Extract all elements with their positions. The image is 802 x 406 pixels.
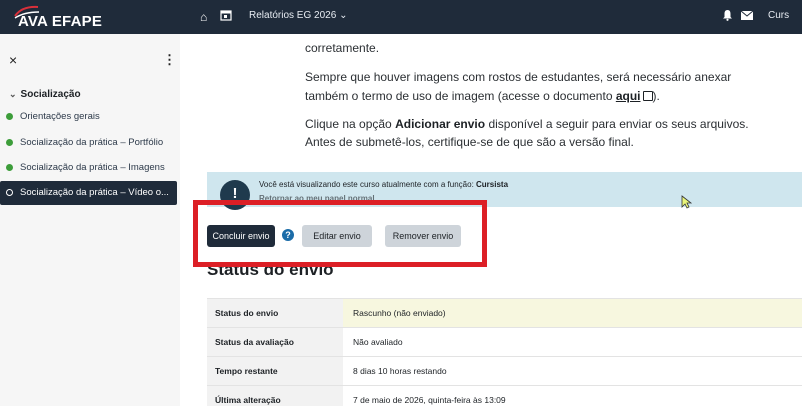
- reports-menu[interactable]: Relatórios EG 2026 ⌄: [249, 10, 347, 21]
- chevron-down-icon: ⌄: [9, 89, 17, 99]
- add-submission-bold: Adicionar envio: [395, 117, 486, 131]
- complete-dot-icon: [6, 139, 13, 146]
- table-row: Tempo restante 8 dias 10 horas restando: [207, 356, 802, 385]
- complete-dot-icon: [6, 113, 13, 120]
- external-link-icon: [642, 91, 653, 101]
- row-value: 7 de maio de 2026, quinta-feira às 13:09: [353, 395, 506, 405]
- mouse-cursor-icon: [681, 195, 692, 209]
- sidebar-item-label: Socialização da prática – Imagens: [20, 162, 165, 173]
- mail-icon[interactable]: [741, 11, 753, 20]
- sidebar-item-portfolio[interactable]: Socialização da prática – Portfólio: [0, 131, 180, 155]
- text: ).: [652, 89, 660, 103]
- sidebar-item-label: Socialização da prática – Portfólio: [20, 137, 164, 148]
- row-value: 8 dias 10 horas restando: [353, 366, 447, 376]
- description-paragraph-1: Sempre que houver imagens com rostos de …: [305, 70, 732, 84]
- row-value: Rascunho (não enviado): [343, 299, 802, 327]
- row-key: Última alteração: [207, 386, 343, 406]
- role-name: Cursista: [476, 180, 509, 189]
- sidebar-section-socializacao[interactable]: ⌄ Socialização: [9, 89, 81, 100]
- complete-dot-icon: [6, 164, 13, 171]
- description-paragraph-1-line-2: também o termo de uso de imagem (acesse …: [305, 89, 660, 103]
- table-row: Última alteração 7 de maio de 2026, quin…: [207, 385, 802, 406]
- description-paragraph-2-line-2: Antes de submetê-los, certifique-se de q…: [305, 135, 634, 149]
- text: Clique na opção: [305, 117, 396, 131]
- sidebar-item-imagens[interactable]: Socialização da prática – Imagens: [0, 156, 180, 180]
- course-index-sidebar: × ⋮ ⌄ Socialização Orientações gerais Soc…: [0, 34, 180, 406]
- sidebar-item-label: Orientações gerais: [20, 111, 100, 122]
- bell-icon[interactable]: [722, 9, 733, 21]
- more-options-icon[interactable]: ⋮: [163, 52, 176, 68]
- row-key: Status do envio: [207, 299, 343, 327]
- close-icon[interactable]: ×: [9, 52, 17, 68]
- text: Você está visualizando este curso atualm…: [259, 180, 477, 189]
- text: disponível a seguir para enviar os seus …: [485, 117, 749, 131]
- document-link[interactable]: aqui: [616, 89, 641, 103]
- text: também o termo de uso de imagem (acesse …: [305, 89, 616, 103]
- row-value: Não avaliado: [353, 337, 403, 347]
- sidebar-item-video[interactable]: Socialização da prática – Vídeo o...: [0, 181, 177, 205]
- sidebar-item-label: Socialização da prática – Vídeo o...: [20, 187, 169, 198]
- page: AVA EFAPE ⌂ Relatórios EG 2026 ⌄ Curs × …: [0, 0, 802, 406]
- table-row: Status da avaliação Não avaliado: [207, 327, 802, 356]
- chevron-down-icon: ⌄: [339, 10, 348, 21]
- description-paragraph-2: Clique na opção Adicionar envio disponív…: [305, 117, 749, 131]
- current-circle-icon: [6, 189, 13, 196]
- row-key: Status da avaliação: [207, 328, 343, 356]
- user-menu[interactable]: Curs: [768, 10, 789, 21]
- highlight-box: [193, 200, 487, 267]
- table-row: Status do envio Rascunho (não enviado): [207, 298, 802, 327]
- reports-menu-label: Relatórios EG 2026: [249, 10, 337, 21]
- sidebar-section-label: Socialização: [20, 89, 81, 100]
- calendar-icon[interactable]: [220, 9, 232, 21]
- brand-name: AVA EFAPE: [18, 13, 103, 30]
- row-key: Tempo restante: [207, 357, 343, 385]
- brand-logo[interactable]: AVA EFAPE: [12, 4, 132, 32]
- top-navbar: AVA EFAPE ⌂ Relatórios EG 2026 ⌄ Curs: [0, 0, 802, 34]
- home-icon[interactable]: ⌂: [200, 10, 207, 24]
- sidebar-item-orientacoes[interactable]: Orientações gerais: [0, 105, 180, 129]
- banner-text: Você está visualizando este curso atualm…: [259, 180, 508, 189]
- description-line: corretamente.: [305, 41, 380, 55]
